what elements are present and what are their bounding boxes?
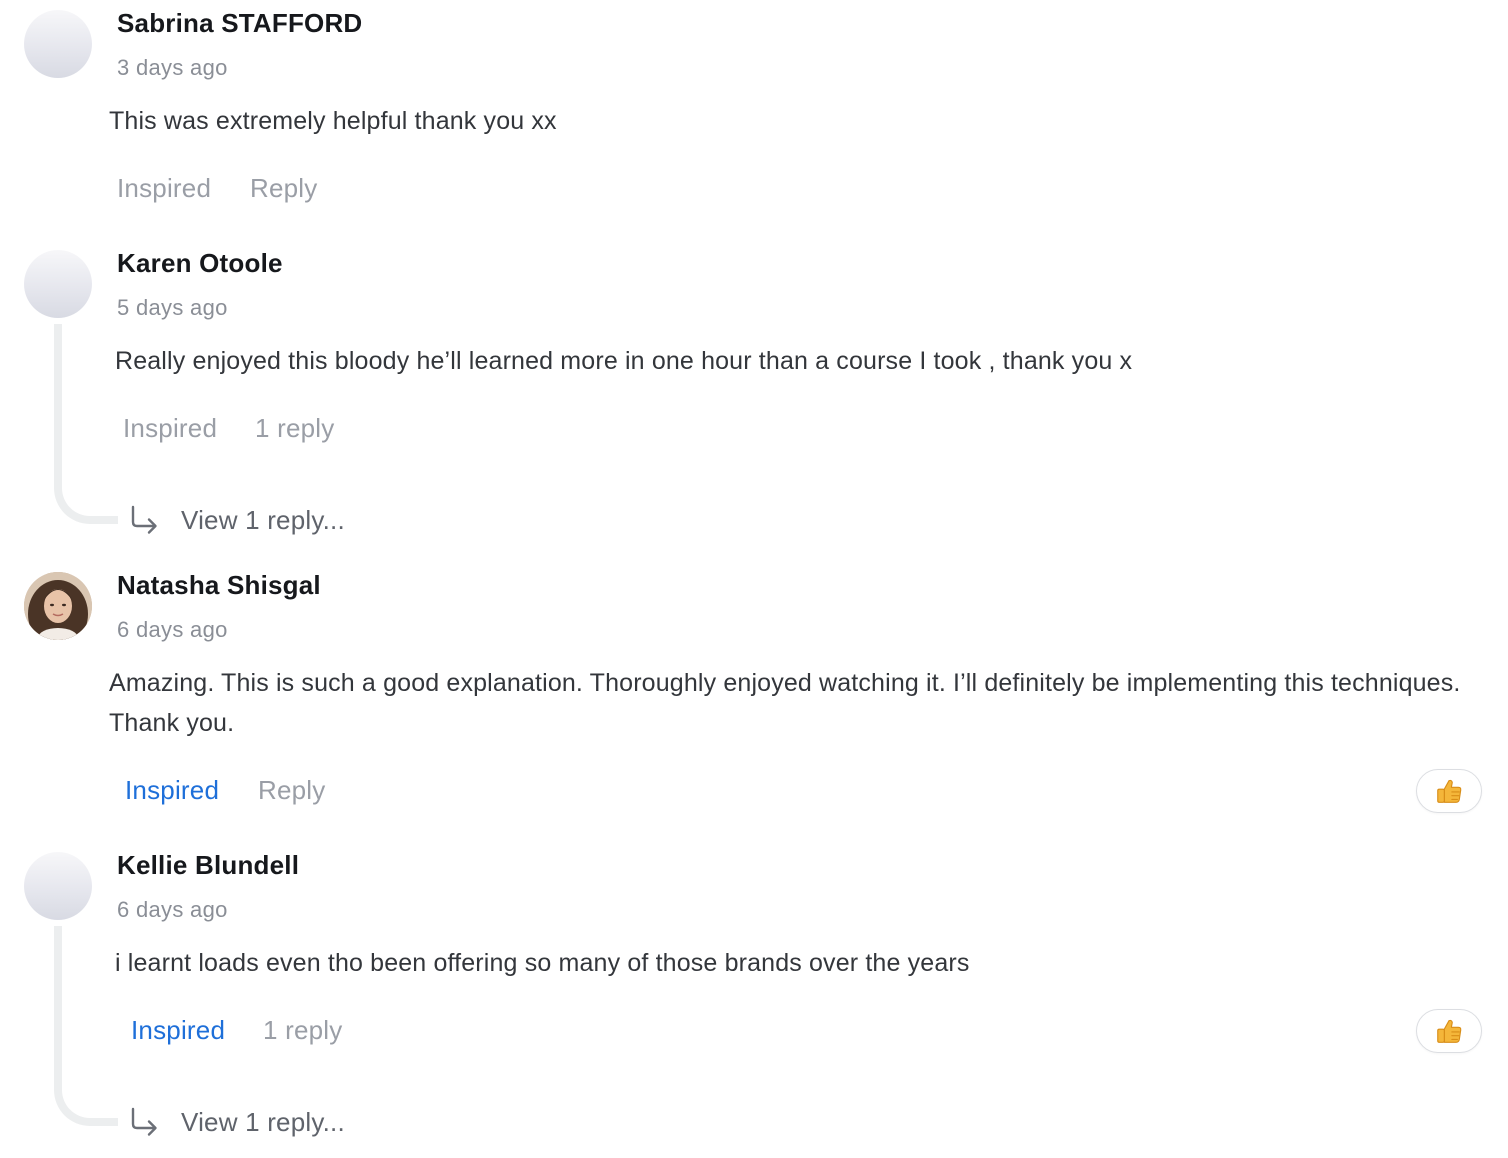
view-replies-link[interactable]: View 1 reply... xyxy=(181,1107,345,1138)
comment-timestamp: 6 days ago xyxy=(117,897,228,922)
comment-text: i learnt loads even tho been offering so… xyxy=(115,949,970,977)
comment-item: Kellie Blundell 6 days ago i learnt load… xyxy=(0,0,1508,1158)
comment-author[interactable]: Kellie Blundell xyxy=(117,850,299,881)
avatar[interactable] xyxy=(24,852,92,920)
inspired-button[interactable]: Inspired xyxy=(131,1015,225,1046)
thread-connector xyxy=(54,926,118,1126)
reaction-badge[interactable] xyxy=(1416,1009,1482,1053)
thumbs-up-icon xyxy=(1437,1019,1462,1043)
reply-arrow-icon xyxy=(131,1107,157,1136)
replies-count-button[interactable]: 1 reply xyxy=(263,1015,342,1046)
